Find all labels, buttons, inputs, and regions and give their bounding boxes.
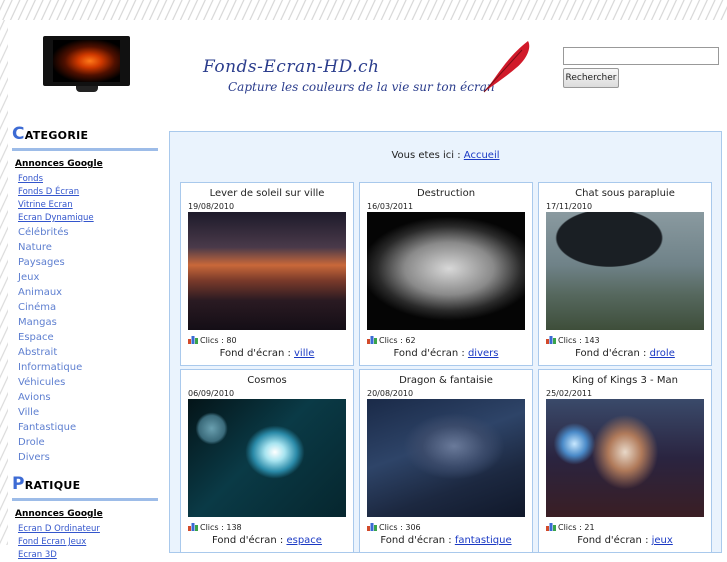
- ad-link-vitrine-ecran[interactable]: Vitrine Ecran: [18, 199, 158, 212]
- category-link[interactable]: Avions: [18, 390, 158, 405]
- wallpaper-date: 16/03/2011: [367, 202, 414, 211]
- top-hatch-border: [0, 0, 727, 20]
- ad-link-ecran-dynamique[interactable]: Ecran Dynamique: [18, 212, 158, 225]
- breadcrumb: Vous etes ici : Accueil: [391, 150, 500, 161]
- wallpaper-title[interactable]: Dragon & fantaisie: [360, 375, 532, 386]
- wallpaper-title[interactable]: King of Kings 3 - Man: [539, 375, 711, 386]
- wallpaper-title[interactable]: Lever de soleil sur ville: [181, 188, 353, 199]
- left-hatch-border: [0, 20, 8, 545]
- site-logo-title[interactable]: Fonds-Ecran-HD.ch: [203, 57, 380, 77]
- ad-link-fonds[interactable]: Fonds: [18, 173, 158, 186]
- google-ads-label[interactable]: Annonces Google: [15, 159, 158, 169]
- ad-link-fond-ecran-jeux[interactable]: Fond Ecran Jeux: [18, 536, 158, 549]
- pratique-heading: PRATIQUE: [12, 474, 158, 501]
- bar-chart-icon: [367, 336, 377, 344]
- wallpaper-category-link[interactable]: jeux: [652, 535, 673, 546]
- category-link[interactable]: Cinéma: [18, 300, 158, 315]
- wallpaper-clicks: Clics : 21: [558, 523, 595, 532]
- google-ads-label[interactable]: Annonces Google: [15, 509, 158, 519]
- wallpaper-card: Dragon & fantaisie 20/08/2010 Clics : 30…: [359, 369, 533, 553]
- ad-link-fonds-d-ecran[interactable]: Fonds D Écran: [18, 186, 158, 199]
- wallpaper-thumbnail[interactable]: [546, 399, 704, 517]
- category-link[interactable]: Mangas: [18, 315, 158, 330]
- category-link[interactable]: Véhicules: [18, 375, 158, 390]
- site-logo-tagline: Capture les couleurs de la vie sur ton é…: [228, 80, 495, 94]
- search-input[interactable]: [563, 47, 719, 65]
- wallpaper-date: 19/08/2010: [188, 202, 235, 211]
- wallpaper-card: Chat sous parapluie 17/11/2010 Clics : 1…: [538, 182, 712, 366]
- wallpaper-date: 17/11/2010: [546, 202, 593, 211]
- wallpaper-card: Cosmos 06/09/2010 Clics : 138 Fond d'écr…: [180, 369, 354, 553]
- wallpaper-thumbnail[interactable]: [367, 212, 525, 330]
- tv-logo-icon[interactable]: [43, 36, 130, 92]
- wallpaper-title[interactable]: Cosmos: [181, 375, 353, 386]
- bar-chart-icon: [367, 523, 377, 531]
- ad-link-ecran-d-ordinateur[interactable]: Ecran D Ordinateur: [18, 523, 158, 536]
- categorie-heading: CATEGORIE: [12, 124, 158, 151]
- wallpaper-date: 06/09/2010: [188, 389, 235, 398]
- category-link[interactable]: Abstrait: [18, 345, 158, 360]
- category-link[interactable]: Informatique: [18, 360, 158, 375]
- bar-chart-icon: [546, 336, 556, 344]
- wallpaper-clicks: Clics : 306: [379, 523, 421, 532]
- category-link[interactable]: Célébrités: [18, 225, 158, 240]
- feather-quill-icon: [483, 41, 530, 93]
- wallpaper-card: Lever de soleil sur ville 19/08/2010 Cli…: [180, 182, 354, 366]
- wallpaper-card: King of Kings 3 - Man 25/02/2011 Clics :…: [538, 369, 712, 553]
- main-content-panel: Vous etes ici : Accueil Lever de soleil …: [169, 131, 722, 553]
- category-link[interactable]: Animaux: [18, 285, 158, 300]
- wallpaper-category-label: Fond d'écran :: [393, 348, 468, 359]
- wallpaper-thumbnail[interactable]: [188, 212, 346, 330]
- wallpaper-date: 25/02/2011: [546, 389, 593, 398]
- wallpaper-clicks: Clics : 143: [558, 336, 600, 345]
- wallpaper-thumbnail[interactable]: [367, 399, 525, 517]
- wallpaper-category-link[interactable]: fantastique: [455, 535, 512, 546]
- wallpaper-title[interactable]: Destruction: [360, 188, 532, 199]
- wallpaper-clicks: Clics : 62: [379, 336, 416, 345]
- category-link[interactable]: Paysages: [18, 255, 158, 270]
- wallpaper-thumbnail[interactable]: [188, 399, 346, 517]
- wallpaper-category-label: Fond d'écran :: [575, 348, 650, 359]
- wallpaper-category-link[interactable]: espace: [286, 535, 322, 546]
- wallpaper-title[interactable]: Chat sous parapluie: [539, 188, 711, 199]
- wallpaper-date: 20/08/2010: [367, 389, 414, 398]
- search-button[interactable]: Rechercher: [563, 68, 619, 88]
- category-link[interactable]: Divers: [18, 450, 158, 465]
- wallpaper-thumbnail[interactable]: [546, 212, 704, 330]
- wallpaper-category-link[interactable]: ville: [294, 348, 314, 359]
- bar-chart-icon: [188, 336, 198, 344]
- wallpaper-category-label: Fond d'écran :: [212, 535, 287, 546]
- category-link[interactable]: Jeux: [18, 270, 158, 285]
- ad-link-ecran-3d[interactable]: Ecran 3D: [18, 549, 158, 562]
- wallpaper-category-label: Fond d'écran :: [577, 535, 652, 546]
- category-link[interactable]: Ville: [18, 405, 158, 420]
- sidebar: CATEGORIE Annonces Google Fonds Fonds D …: [12, 124, 158, 562]
- wallpaper-clicks: Clics : 138: [200, 523, 242, 532]
- category-link[interactable]: Fantastique: [18, 420, 158, 435]
- breadcrumb-home-link[interactable]: Accueil: [464, 150, 500, 161]
- bar-chart-icon: [188, 523, 198, 531]
- category-link[interactable]: Nature: [18, 240, 158, 255]
- category-link[interactable]: Drole: [18, 435, 158, 450]
- category-link[interactable]: Espace: [18, 330, 158, 345]
- wallpaper-category-link[interactable]: divers: [468, 348, 499, 359]
- wallpaper-category-label: Fond d'écran :: [380, 535, 455, 546]
- wallpaper-clicks: Clics : 80: [200, 336, 237, 345]
- wallpaper-category-link[interactable]: drole: [650, 348, 675, 359]
- wallpaper-card: Destruction 16/03/2011 Clics : 62 Fond d…: [359, 182, 533, 366]
- wallpaper-category-label: Fond d'écran :: [219, 348, 295, 359]
- bar-chart-icon: [546, 523, 556, 531]
